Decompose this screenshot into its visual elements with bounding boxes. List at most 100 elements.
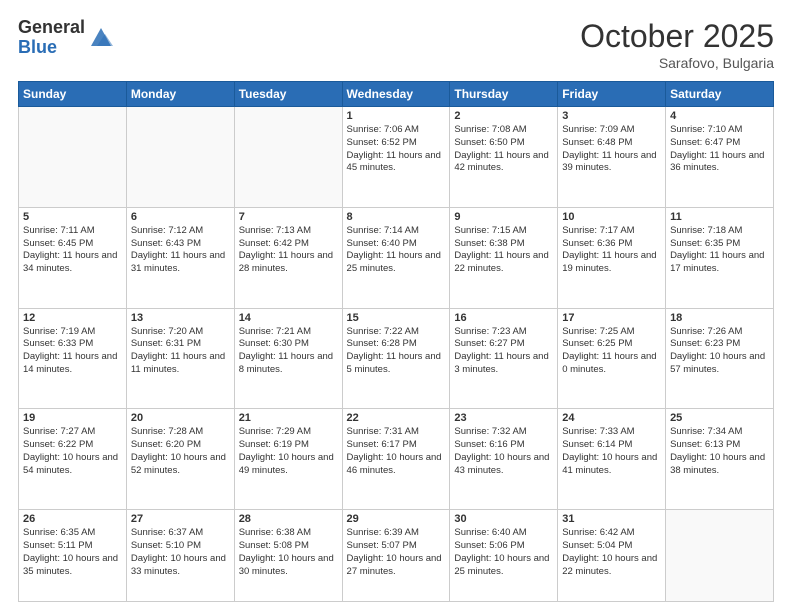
- col-friday: Friday: [558, 82, 666, 107]
- day-info: Sunrise: 6:35 AM Sunset: 5:11 PM Dayligh…: [23, 527, 122, 578]
- col-wednesday: Wednesday: [342, 82, 450, 107]
- table-row: [126, 107, 234, 208]
- day-info: Sunrise: 7:06 AM Sunset: 6:52 PM Dayligh…: [347, 124, 446, 175]
- table-row: 24 Sunrise: 7:33 AM Sunset: 6:14 PM Dayli…: [558, 409, 666, 510]
- day-number: 11: [670, 211, 769, 223]
- day-number: 6: [131, 211, 230, 223]
- day-number: 23: [454, 412, 553, 424]
- day-number: 25: [670, 412, 769, 424]
- table-row: 25 Sunrise: 7:34 AM Sunset: 6:13 PM Dayli…: [666, 409, 774, 510]
- day-info: Sunrise: 6:39 AM Sunset: 5:07 PM Dayligh…: [347, 527, 446, 578]
- col-monday: Monday: [126, 82, 234, 107]
- day-number: 10: [562, 211, 661, 223]
- day-info: Sunrise: 7:33 AM Sunset: 6:14 PM Dayligh…: [562, 426, 661, 477]
- day-number: 3: [562, 110, 661, 122]
- col-thursday: Thursday: [450, 82, 558, 107]
- calendar-week-row: 19 Sunrise: 7:27 AM Sunset: 6:22 PM Dayli…: [19, 409, 774, 510]
- day-info: Sunrise: 7:28 AM Sunset: 6:20 PM Dayligh…: [131, 426, 230, 477]
- calendar-week-row: 12 Sunrise: 7:19 AM Sunset: 6:33 PM Dayli…: [19, 308, 774, 409]
- logo-blue-text: Blue: [18, 38, 85, 58]
- day-number: 18: [670, 312, 769, 324]
- table-row: 21Sunrise: 7:29 AM Sunset: 6:19 PM Dayli…: [234, 409, 342, 510]
- day-info: Sunrise: 7:19 AM Sunset: 6:33 PM Dayligh…: [23, 326, 122, 377]
- day-info: Sunrise: 7:17 AM Sunset: 6:36 PM Dayligh…: [562, 225, 661, 276]
- day-number: 2: [454, 110, 553, 122]
- day-number: 17: [562, 312, 661, 324]
- table-row: 20 Sunrise: 7:28 AM Sunset: 6:20 PM Dayli…: [126, 409, 234, 510]
- day-info: Sunrise: 7:08 AM Sunset: 6:50 PM Dayligh…: [454, 124, 553, 175]
- table-row: [666, 510, 774, 602]
- table-row: 12 Sunrise: 7:19 AM Sunset: 6:33 PM Dayli…: [19, 308, 127, 409]
- day-number: 13: [131, 312, 230, 324]
- table-row: 9Sunrise: 7:15 AM Sunset: 6:38 PM Daylig…: [450, 207, 558, 308]
- day-info: Sunrise: 7:10 AM Sunset: 6:47 PM Dayligh…: [670, 124, 769, 175]
- table-row: 28 Sunrise: 6:38 AM Sunset: 5:08 PM Dayli…: [234, 510, 342, 602]
- table-row: 27 Sunrise: 6:37 AM Sunset: 5:10 PM Dayli…: [126, 510, 234, 602]
- month-year-title: October 2025: [580, 18, 774, 55]
- table-row: 29Sunrise: 6:39 AM Sunset: 5:07 PM Dayli…: [342, 510, 450, 602]
- location-subtitle: Sarafovo, Bulgaria: [580, 55, 774, 71]
- day-number: 30: [454, 513, 553, 525]
- table-row: 17Sunrise: 7:25 AM Sunset: 6:25 PM Dayli…: [558, 308, 666, 409]
- day-info: Sunrise: 7:27 AM Sunset: 6:22 PM Dayligh…: [23, 426, 122, 477]
- day-info: Sunrise: 7:14 AM Sunset: 6:40 PM Dayligh…: [347, 225, 446, 276]
- table-row: 15Sunrise: 7:22 AM Sunset: 6:28 PM Dayli…: [342, 308, 450, 409]
- day-number: 1: [347, 110, 446, 122]
- day-info: Sunrise: 7:34 AM Sunset: 6:13 PM Dayligh…: [670, 426, 769, 477]
- calendar-table: Sunday Monday Tuesday Wednesday Thursday…: [18, 81, 774, 602]
- table-row: 18 Sunrise: 7:26 AM Sunset: 6:23 PM Dayli…: [666, 308, 774, 409]
- table-row: [234, 107, 342, 208]
- table-row: 4 Sunrise: 7:10 AM Sunset: 6:47 PM Daylig…: [666, 107, 774, 208]
- day-info: Sunrise: 7:23 AM Sunset: 6:27 PM Dayligh…: [454, 326, 553, 377]
- day-info: Sunrise: 6:37 AM Sunset: 5:10 PM Dayligh…: [131, 527, 230, 578]
- day-number: 12: [23, 312, 122, 324]
- logo-icon: [87, 24, 115, 52]
- calendar-week-row: 5 Sunrise: 7:11 AM Sunset: 6:45 PM Daylig…: [19, 207, 774, 308]
- table-row: 6 Sunrise: 7:12 AM Sunset: 6:43 PM Daylig…: [126, 207, 234, 308]
- day-number: 15: [347, 312, 446, 324]
- day-number: 28: [239, 513, 338, 525]
- day-info: Sunrise: 7:11 AM Sunset: 6:45 PM Dayligh…: [23, 225, 122, 276]
- day-info: Sunrise: 7:26 AM Sunset: 6:23 PM Dayligh…: [670, 326, 769, 377]
- day-number: 4: [670, 110, 769, 122]
- day-number: 20: [131, 412, 230, 424]
- day-number: 16: [454, 312, 553, 324]
- day-number: 26: [23, 513, 122, 525]
- day-number: 14: [239, 312, 338, 324]
- day-number: 7: [239, 211, 338, 223]
- day-info: Sunrise: 7:13 AM Sunset: 6:42 PM Dayligh…: [239, 225, 338, 276]
- logo-general-text: General: [18, 18, 85, 38]
- day-info: Sunrise: 7:29 AM Sunset: 6:19 PM Dayligh…: [239, 426, 338, 477]
- table-row: [19, 107, 127, 208]
- table-row: 31Sunrise: 6:42 AM Sunset: 5:04 PM Dayli…: [558, 510, 666, 602]
- day-info: Sunrise: 7:21 AM Sunset: 6:30 PM Dayligh…: [239, 326, 338, 377]
- title-block: October 2025 Sarafovo, Bulgaria: [580, 18, 774, 71]
- day-info: Sunrise: 7:09 AM Sunset: 6:48 PM Dayligh…: [562, 124, 661, 175]
- calendar-week-row: 1 Sunrise: 7:06 AM Sunset: 6:52 PM Daylig…: [19, 107, 774, 208]
- table-row: 5 Sunrise: 7:11 AM Sunset: 6:45 PM Daylig…: [19, 207, 127, 308]
- day-info: Sunrise: 6:40 AM Sunset: 5:06 PM Dayligh…: [454, 527, 553, 578]
- table-row: 13 Sunrise: 7:20 AM Sunset: 6:31 PM Dayli…: [126, 308, 234, 409]
- table-row: 26 Sunrise: 6:35 AM Sunset: 5:11 PM Dayli…: [19, 510, 127, 602]
- col-saturday: Saturday: [666, 82, 774, 107]
- col-tuesday: Tuesday: [234, 82, 342, 107]
- day-info: Sunrise: 7:15 AM Sunset: 6:38 PM Dayligh…: [454, 225, 553, 276]
- day-number: 27: [131, 513, 230, 525]
- day-number: 5: [23, 211, 122, 223]
- day-info: Sunrise: 7:31 AM Sunset: 6:17 PM Dayligh…: [347, 426, 446, 477]
- day-number: 24: [562, 412, 661, 424]
- table-row: 2 Sunrise: 7:08 AM Sunset: 6:50 PM Daylig…: [450, 107, 558, 208]
- day-info: Sunrise: 6:38 AM Sunset: 5:08 PM Dayligh…: [239, 527, 338, 578]
- day-number: 22: [347, 412, 446, 424]
- day-number: 19: [23, 412, 122, 424]
- table-row: 10 Sunrise: 7:17 AM Sunset: 6:36 PM Dayli…: [558, 207, 666, 308]
- day-info: Sunrise: 7:20 AM Sunset: 6:31 PM Dayligh…: [131, 326, 230, 377]
- day-info: Sunrise: 7:12 AM Sunset: 6:43 PM Dayligh…: [131, 225, 230, 276]
- day-info: Sunrise: 7:18 AM Sunset: 6:35 PM Dayligh…: [670, 225, 769, 276]
- table-row: 14 Sunrise: 7:21 AM Sunset: 6:30 PM Dayli…: [234, 308, 342, 409]
- table-row: 19 Sunrise: 7:27 AM Sunset: 6:22 PM Dayli…: [19, 409, 127, 510]
- table-row: 30 Sunrise: 6:40 AM Sunset: 5:06 PM Dayli…: [450, 510, 558, 602]
- col-sunday: Sunday: [19, 82, 127, 107]
- table-row: 23Sunrise: 7:32 AM Sunset: 6:16 PM Dayli…: [450, 409, 558, 510]
- table-row: 3 Sunrise: 7:09 AM Sunset: 6:48 PM Daylig…: [558, 107, 666, 208]
